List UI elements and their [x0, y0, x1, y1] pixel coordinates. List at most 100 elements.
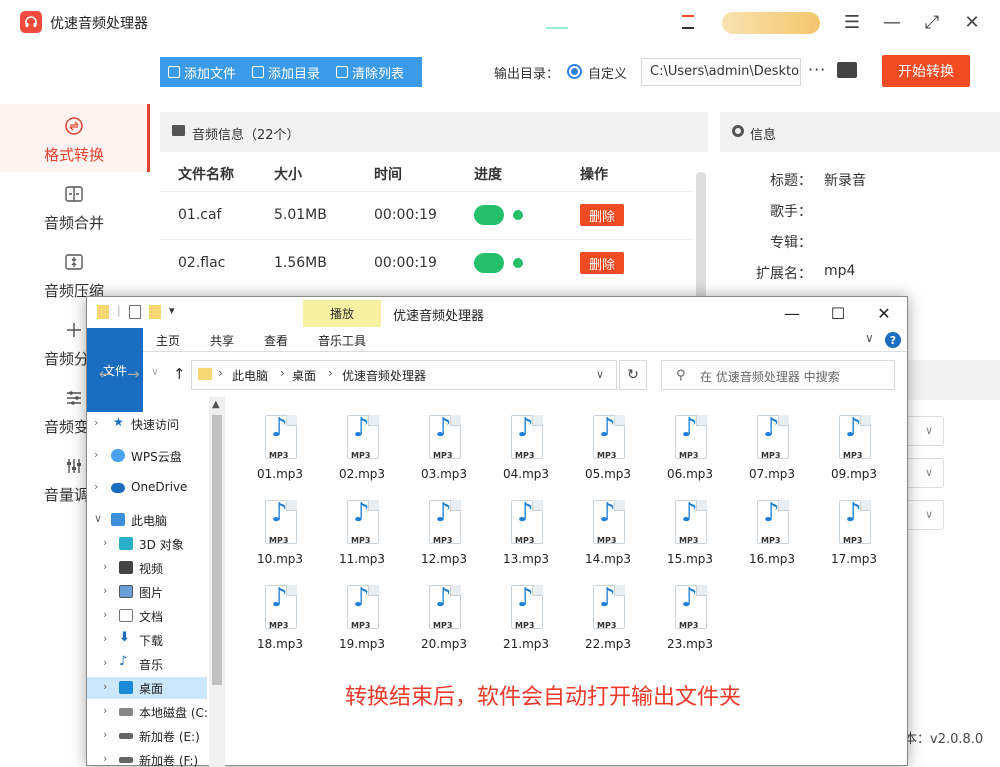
nav-item-downloads[interactable]: › ⬇ 下载: [87, 629, 207, 651]
chevron-right-icon[interactable]: ›: [94, 448, 98, 461]
output-path-input[interactable]: C:\Users\admin\Deskto: [641, 58, 801, 86]
new-folder-icon[interactable]: [149, 305, 161, 319]
nav-item-pictures[interactable]: › 图片: [87, 581, 207, 603]
nav-item-desktop[interactable]: › 桌面: [87, 677, 207, 699]
nav-item-quick-access[interactable]: › ★ 快速访问: [87, 413, 207, 435]
file-item[interactable]: ♪ MP3 19.mp3: [321, 575, 403, 659]
chevron-right-icon[interactable]: ›: [94, 480, 98, 493]
file-item[interactable]: ♪ MP3 14.mp3: [567, 490, 649, 574]
file-item[interactable]: ♪ MP3 01.mp3: [239, 405, 321, 489]
tab-home[interactable]: 主页: [143, 328, 193, 352]
settings-dropdown[interactable]: ∨: [904, 500, 944, 530]
chevron-right-icon[interactable]: ›: [103, 536, 107, 549]
promo-icon[interactable]: [546, 15, 568, 29]
file-item[interactable]: ♪ MP3 16.mp3: [731, 490, 813, 574]
file-item[interactable]: ♪ MP3 23.mp3: [649, 575, 731, 659]
tab-music-tools[interactable]: 音乐工具: [303, 328, 381, 352]
file-item[interactable]: ♪ MP3 18.mp3: [239, 575, 321, 659]
chevron-right-icon[interactable]: ›: [103, 656, 107, 669]
file-item[interactable]: ♪ MP3 15.mp3: [649, 490, 731, 574]
nav-item-this-pc[interactable]: ∨ 此电脑: [87, 509, 207, 531]
settings-dropdown[interactable]: ∨: [904, 458, 944, 488]
settings-dropdown[interactable]: ∨: [904, 416, 944, 446]
file-item[interactable]: ♪ MP3 04.mp3: [485, 405, 567, 489]
notice-icon[interactable]: [682, 15, 694, 29]
chevron-right-icon[interactable]: ›: [103, 680, 107, 693]
minimize-icon[interactable]: —: [880, 10, 904, 34]
chevron-down-icon[interactable]: ∨: [596, 368, 604, 381]
chevron-right-icon[interactable]: ›: [103, 752, 107, 765]
file-item[interactable]: ♪ MP3 20.mp3: [403, 575, 485, 659]
chevron-right-icon[interactable]: ›: [94, 416, 98, 429]
recent-dropdown-icon[interactable]: ∨: [151, 365, 159, 378]
maximize-icon[interactable]: ⤢: [920, 10, 944, 34]
scroll-up-icon[interactable]: ▲: [212, 399, 220, 410]
nav-item-drive-e[interactable]: › 新加卷 (E:): [87, 725, 207, 747]
file-item[interactable]: ♪ MP3 10.mp3: [239, 490, 321, 574]
chevron-down-icon[interactable]: ∨: [94, 512, 102, 525]
file-item[interactable]: ♪ MP3 22.mp3: [567, 575, 649, 659]
custom-output-radio[interactable]: [567, 64, 582, 79]
start-convert-button[interactable]: 开始转换: [882, 55, 970, 87]
back-arrow-icon[interactable]: ←: [99, 365, 112, 383]
refresh-icon[interactable]: ↻: [619, 360, 647, 390]
breadcrumb-desktop[interactable]: 桌面: [292, 367, 316, 384]
sidebar-item-merge[interactable]: 音频合并: [0, 172, 150, 240]
chevron-right-icon[interactable]: ›: [103, 632, 107, 645]
scrollbar-thumb[interactable]: [212, 415, 222, 685]
delete-button[interactable]: 删除: [580, 204, 624, 226]
table-row[interactable]: 01.caf 5.01MB 00:00:19 删除: [160, 191, 692, 239]
file-item[interactable]: ♪ MP3 11.mp3: [321, 490, 403, 574]
maximize-icon[interactable]: ☐: [815, 301, 861, 325]
chevron-right-icon[interactable]: ›: [103, 584, 107, 597]
open-folder-icon[interactable]: [837, 62, 857, 78]
nav-item-music[interactable]: › ♪ 音乐: [87, 653, 207, 675]
sidebar-item-format-convert[interactable]: 格式转换: [0, 104, 150, 172]
breadcrumb-folder[interactable]: 优速音频处理器: [342, 367, 426, 384]
add-folder-button[interactable]: 添加目录: [244, 57, 328, 87]
chevron-right-icon[interactable]: ›: [103, 560, 107, 573]
file-item[interactable]: ♪ MP3 13.mp3: [485, 490, 567, 574]
nav-item-drive-c[interactable]: › 本地磁盘 (C:: [87, 701, 208, 723]
file-item[interactable]: ♪ MP3 05.mp3: [567, 405, 649, 489]
nav-item-drive-f[interactable]: › 新加卷 (F:): [87, 749, 207, 767]
minimize-icon[interactable]: —: [769, 301, 815, 325]
help-icon[interactable]: ?: [885, 332, 901, 348]
address-bar[interactable]: › 此电脑 › 桌面 › 优速音频处理器 ∨: [191, 360, 617, 390]
nav-item-wps-cloud[interactable]: › WPS云盘: [87, 445, 207, 467]
forward-arrow-icon[interactable]: →: [127, 365, 140, 383]
quick-access-dropdown-icon[interactable]: ▾: [169, 304, 175, 317]
add-file-button[interactable]: 添加文件: [160, 57, 244, 87]
menu-icon[interactable]: ☰: [840, 10, 864, 34]
tab-share[interactable]: 共享: [197, 328, 247, 352]
file-item[interactable]: ♪ MP3 03.mp3: [403, 405, 485, 489]
chevron-right-icon[interactable]: ›: [103, 608, 107, 621]
file-item[interactable]: ♪ MP3 07.mp3: [731, 405, 813, 489]
properties-icon[interactable]: [129, 305, 141, 319]
table-row[interactable]: 02.flac 1.56MB 00:00:19 删除: [160, 239, 692, 287]
delete-button[interactable]: 删除: [580, 252, 624, 274]
tab-play-context[interactable]: 播放: [303, 300, 381, 327]
close-icon[interactable]: ✕: [960, 10, 984, 34]
nav-item-onedrive[interactable]: › OneDrive: [87, 477, 207, 499]
chevron-right-icon[interactable]: ›: [103, 704, 107, 717]
file-item[interactable]: ♪ MP3 12.mp3: [403, 490, 485, 574]
file-item[interactable]: ♪ MP3 09.mp3: [813, 405, 895, 489]
more-options-button[interactable]: ···: [808, 60, 826, 79]
file-item[interactable]: ♪ MP3 21.mp3: [485, 575, 567, 659]
file-item[interactable]: ♪ MP3 06.mp3: [649, 405, 731, 489]
close-icon[interactable]: ✕: [861, 301, 907, 325]
file-item[interactable]: ♪ MP3 02.mp3: [321, 405, 403, 489]
up-arrow-icon[interactable]: ↑: [173, 365, 186, 383]
file-item[interactable]: ♪ MP3 17.mp3: [813, 490, 895, 574]
breadcrumb-this-pc[interactable]: 此电脑: [232, 367, 268, 384]
search-input[interactable]: ⚲ 在 优速音频处理器 中搜索: [661, 360, 895, 390]
nav-item-3d-objects[interactable]: › 3D 对象: [87, 533, 207, 555]
nav-scrollbar[interactable]: ▲: [209, 397, 225, 767]
nav-item-videos[interactable]: › 视频: [87, 557, 207, 579]
chevron-down-icon[interactable]: ∨: [865, 331, 874, 345]
clear-list-button[interactable]: 清除列表: [328, 57, 412, 87]
nav-item-documents[interactable]: › 文档: [87, 605, 207, 627]
tab-view[interactable]: 查看: [251, 328, 301, 352]
chevron-right-icon[interactable]: ›: [103, 728, 107, 741]
